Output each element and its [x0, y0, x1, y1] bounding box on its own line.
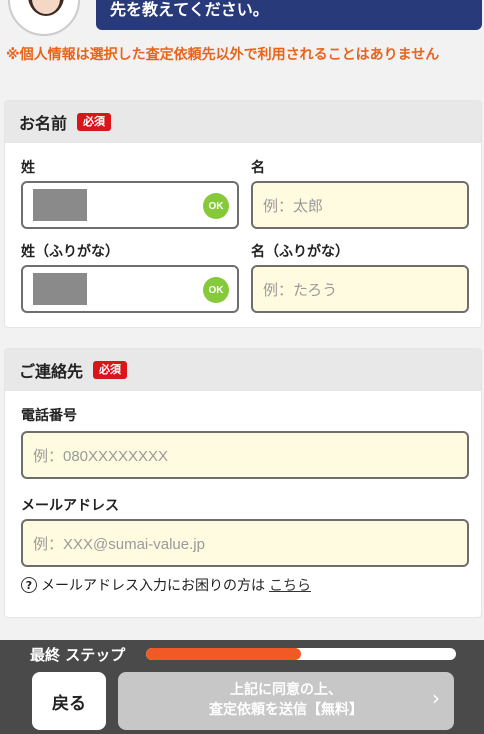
speech-bubble: 先を教えてください。: [96, 0, 482, 30]
email-help: ? メールアドレス入力にお困りの方は こちら: [21, 575, 311, 595]
submit-button[interactable]: 上記に同意の上、 査定依頼を送信【無料】 ›: [118, 672, 454, 730]
help-text: メールアドレス入力にお困りの方は: [41, 578, 265, 594]
assistant-banner: 先を教えてください。: [0, 0, 484, 40]
contact-card: ご連絡先 必須 電話番号 例：080XXXXXXXX メールアドレス 例：XXX…: [4, 348, 482, 618]
privacy-notice: ※個人情報は選択した査定依頼先以外で利用されることはありません: [6, 47, 440, 63]
masked-value: [33, 273, 87, 305]
last-name-kana-input[interactable]: OK: [21, 265, 239, 313]
masked-value: [33, 189, 87, 221]
help-link[interactable]: こちら: [269, 575, 311, 595]
email-input[interactable]: 例：XXX@sumai-value.jp: [21, 519, 469, 567]
name-card: お名前 必須 姓 名 OK 例：太郎 姓（ふりがな） 名（ふりがな） OK 例：…: [4, 100, 482, 328]
ok-check-icon: OK: [203, 277, 229, 303]
first-name-kana-placeholder: 例：たろう: [263, 281, 338, 299]
progress-fill: [146, 648, 301, 660]
first-name-label: 名: [251, 160, 265, 176]
last-name-label: 姓: [21, 160, 35, 176]
last-name-input[interactable]: OK: [21, 181, 239, 229]
first-name-input[interactable]: 例：太郎: [251, 181, 469, 229]
progress-bar: [146, 648, 456, 660]
chevron-right-icon: ›: [432, 686, 440, 710]
section-title: ご連絡先: [19, 362, 84, 381]
submit-line-1: 上記に同意の上、: [230, 682, 342, 698]
section-title: お名前: [19, 114, 68, 133]
assistant-avatar: [8, 0, 80, 36]
required-badge: 必須: [77, 113, 112, 131]
bottom-action-bar: 最終 ステップ 戻る 上記に同意の上、 査定依頼を送信【無料】 ›: [0, 640, 484, 734]
step-label: 最終 ステップ: [30, 646, 126, 664]
last-name-kana-label: 姓（ふりがな）: [21, 244, 119, 260]
first-name-kana-input[interactable]: 例：たろう: [251, 265, 469, 313]
first-name-kana-label: 名（ふりがな）: [251, 244, 349, 260]
name-card-header: お名前 必須: [5, 101, 481, 143]
contact-card-header: ご連絡先 必須: [5, 349, 481, 391]
ok-check-icon: OK: [203, 193, 229, 219]
email-placeholder: 例：XXX@sumai-value.jp: [33, 535, 205, 553]
email-label: メールアドレス: [21, 498, 119, 514]
submit-line-2: 査定依頼を送信【無料】: [209, 702, 363, 718]
question-icon: ?: [21, 577, 37, 593]
phone-placeholder: 例：080XXXXXXXX: [33, 447, 169, 465]
phone-label: 電話番号: [21, 408, 77, 424]
first-name-placeholder: 例：太郎: [263, 197, 324, 215]
required-badge: 必須: [93, 361, 128, 379]
phone-input[interactable]: 例：080XXXXXXXX: [21, 431, 469, 479]
back-button[interactable]: 戻る: [32, 672, 106, 730]
